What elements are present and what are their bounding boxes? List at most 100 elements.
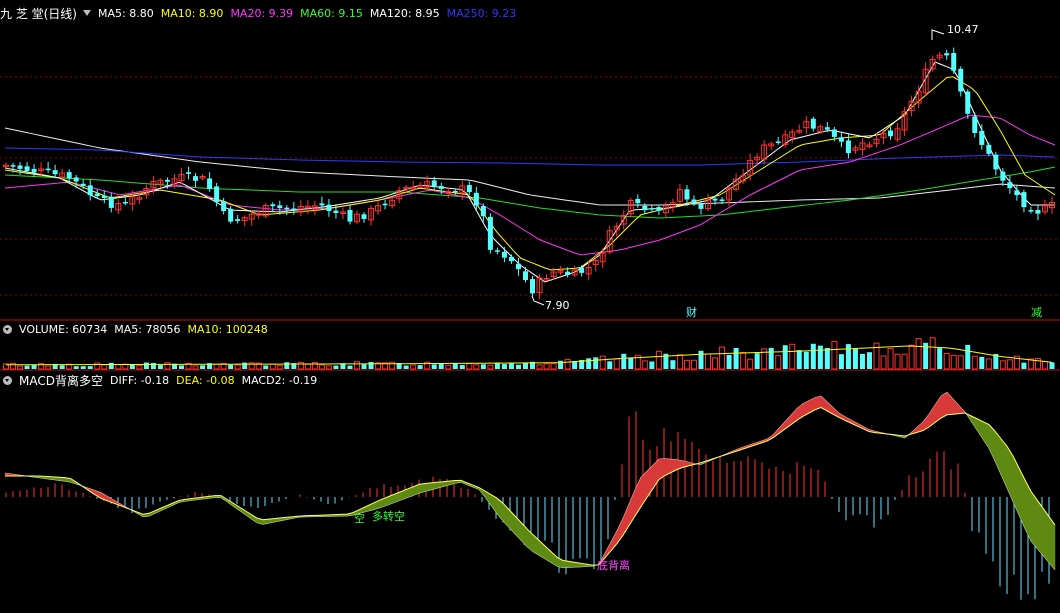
volume-bar bbox=[747, 358, 754, 370]
volume-bar bbox=[487, 364, 494, 370]
moving-average-lines bbox=[4, 61, 1056, 283]
chart-canvas[interactable]: 10.47 7.90 财 减 空 多转空 底背离 bbox=[0, 0, 1060, 613]
candle-body bbox=[94, 193, 100, 197]
volume-bar bbox=[655, 350, 662, 370]
candle-body bbox=[108, 196, 114, 208]
candle-body bbox=[326, 204, 332, 211]
candle-body bbox=[810, 118, 816, 129]
volume-bar bbox=[536, 364, 543, 370]
low-price-marker bbox=[531, 295, 545, 306]
macd-chart[interactable] bbox=[4, 391, 1056, 600]
candle-body bbox=[73, 177, 79, 182]
volume-bar bbox=[522, 362, 528, 369]
volume-bar bbox=[101, 364, 108, 370]
macd-fill-segment bbox=[244, 510, 252, 520]
volume-bar bbox=[508, 363, 514, 369]
macd-annotation-dibeili: 底背离 bbox=[597, 558, 630, 572]
volume-bar bbox=[466, 363, 473, 370]
volume-bar bbox=[838, 354, 844, 369]
macd-fill-segment bbox=[952, 398, 960, 415]
macd-fill-segment bbox=[976, 418, 984, 441]
candle-body bbox=[1035, 210, 1041, 214]
candle-body bbox=[1028, 210, 1034, 212]
volume-bar bbox=[796, 350, 802, 369]
candle-body bbox=[333, 210, 339, 213]
candle-body bbox=[207, 178, 213, 190]
volume-bar bbox=[276, 365, 283, 370]
volume-bar bbox=[740, 351, 747, 370]
candle-body bbox=[1007, 182, 1013, 189]
volume-bar bbox=[24, 365, 30, 369]
candle-body bbox=[649, 208, 655, 210]
volume-bar bbox=[1006, 359, 1013, 370]
candle-body bbox=[656, 207, 662, 211]
volume-bar bbox=[431, 364, 437, 369]
volume-bar bbox=[403, 365, 409, 369]
volume-bar bbox=[690, 359, 697, 370]
volume-bar bbox=[789, 343, 796, 370]
candle-body bbox=[228, 208, 234, 222]
candle-body bbox=[487, 216, 493, 250]
candle-body bbox=[1021, 192, 1027, 208]
event-marker-jian[interactable]: 减 bbox=[1031, 306, 1042, 319]
volume-bar bbox=[775, 355, 782, 370]
volume-bar bbox=[831, 340, 838, 370]
candle-body bbox=[431, 180, 437, 186]
candle-body bbox=[530, 279, 536, 294]
volume-bar bbox=[613, 358, 620, 370]
macd-fill-segment bbox=[1042, 507, 1050, 564]
volume-bar bbox=[985, 358, 992, 370]
volume-bar bbox=[410, 364, 417, 370]
volume-bar bbox=[136, 365, 143, 370]
volume-bar bbox=[564, 358, 571, 370]
candle-body bbox=[951, 53, 957, 71]
candle-body bbox=[691, 199, 697, 203]
candle-body bbox=[494, 250, 500, 252]
volume-bar bbox=[87, 366, 93, 369]
volume-bar bbox=[999, 360, 1006, 370]
candle-body bbox=[270, 204, 276, 207]
candle-body bbox=[712, 198, 718, 201]
volume-bar bbox=[550, 363, 557, 370]
chart-annotations: 10.47 7.90 财 减 空 多转空 底背离 bbox=[354, 23, 1042, 572]
event-marker-cai[interactable]: 财 bbox=[686, 305, 697, 319]
volume-bar bbox=[586, 358, 592, 369]
candle-body bbox=[214, 186, 220, 202]
candle-body bbox=[24, 166, 30, 171]
volume-bar bbox=[670, 360, 676, 369]
volume-bar bbox=[318, 364, 325, 370]
volume-bar bbox=[943, 352, 950, 370]
volume-bar bbox=[192, 365, 199, 370]
volume-bar bbox=[543, 363, 550, 370]
candle-body bbox=[1000, 171, 1006, 181]
volume-bar bbox=[803, 351, 809, 369]
volume-bar bbox=[228, 364, 234, 369]
volume-bar bbox=[628, 357, 634, 369]
candle-body bbox=[719, 199, 725, 201]
volume-bar bbox=[200, 365, 206, 369]
volume-bar bbox=[242, 362, 248, 369]
volume-bars[interactable] bbox=[3, 337, 1055, 370]
volume-bar bbox=[683, 359, 690, 370]
volume-bar bbox=[915, 338, 922, 370]
candle-body bbox=[1014, 190, 1020, 196]
candle-body bbox=[80, 183, 86, 186]
volume-bar bbox=[157, 365, 163, 369]
volume-bar bbox=[754, 353, 760, 369]
volume-bar bbox=[129, 364, 135, 369]
volume-bar bbox=[649, 361, 655, 369]
volume-bar bbox=[866, 352, 872, 369]
volume-bar bbox=[325, 365, 332, 370]
volume-bar bbox=[94, 362, 101, 370]
volume-bar bbox=[676, 354, 683, 370]
candle-body bbox=[122, 202, 128, 204]
macd-fill-segment bbox=[604, 541, 612, 559]
volume-bar bbox=[150, 362, 156, 369]
candle-body bbox=[186, 172, 192, 174]
volume-bar bbox=[501, 364, 507, 369]
candle-body bbox=[291, 208, 297, 211]
volume-bar bbox=[234, 364, 241, 370]
candle-body bbox=[775, 141, 781, 144]
candle-body bbox=[831, 129, 837, 137]
volume-bar bbox=[354, 361, 361, 370]
